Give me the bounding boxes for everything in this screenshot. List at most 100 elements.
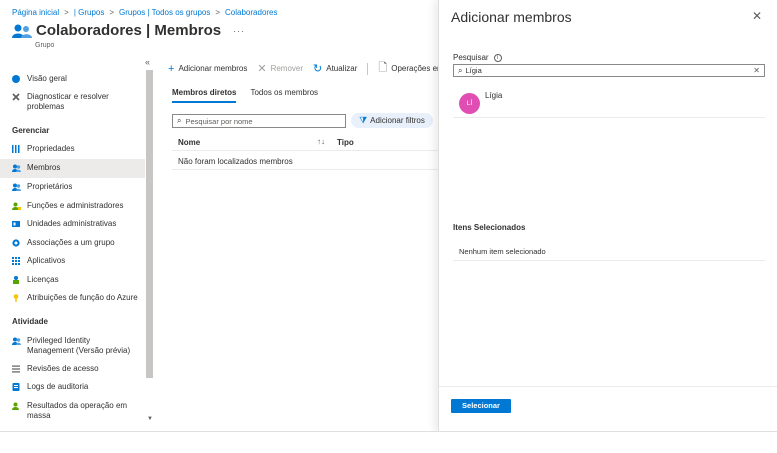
selected-empty-message: Nenhum item selecionado: [459, 247, 546, 256]
sidebar-item-label: Licenças: [27, 275, 59, 284]
group-membership-icon: [12, 239, 20, 247]
more-options-button[interactable]: ···: [233, 26, 245, 36]
sidebar-item-group-membership[interactable]: Associações a um grupo: [0, 238, 145, 248]
sidebar-item-label: Privileged Identity Management (Versão p…: [27, 336, 131, 355]
collapse-sidebar-button[interactable]: «: [145, 57, 150, 67]
page-title: Colaboradores | Membros: [36, 22, 222, 39]
roles-icon: [12, 202, 21, 210]
scroll-down-icon[interactable]: ▼: [147, 416, 153, 422]
sidebar-item-access-reviews[interactable]: Revisões de acesso: [0, 364, 145, 374]
column-name[interactable]: Nome: [178, 138, 200, 147]
sidebar-item-admin-units[interactable]: Unidades administrativas: [0, 219, 145, 229]
close-icon[interactable]: ✕: [752, 9, 762, 23]
select-button[interactable]: Selecionar: [451, 399, 511, 413]
bulk-operations-button[interactable]: 🗋 Operações em: [378, 59, 443, 78]
search-label: Pesquisar i: [453, 53, 502, 62]
refresh-label: Atualizar: [326, 64, 358, 73]
add-filters-button[interactable]: ⧩ Adicionar filtros: [351, 113, 433, 128]
sidebar-item-label: Proprietários: [27, 182, 73, 191]
search-input[interactable]: ⌕ Pesquisar por nome: [172, 114, 346, 128]
sidebar-item-members[interactable]: Membros: [0, 159, 145, 178]
info-icon[interactable]: i: [493, 53, 502, 62]
sidebar-item-owners[interactable]: Proprietários: [0, 182, 145, 192]
sidebar-item-label: Atribuições de função do Azure: [27, 293, 138, 302]
sidebar-item-bulk-results[interactable]: Resultados da operação em massa: [0, 401, 145, 421]
members-icon: [12, 164, 21, 172]
result-name: Lígia: [485, 91, 503, 100]
sidebar-item-label: Diagnosticar e resolver problemas: [27, 92, 109, 111]
column-type[interactable]: Tipo: [337, 138, 354, 147]
panel-title: Adicionar membros: [451, 9, 572, 25]
app-window: Página inicial > | Grupos > Grupos | Tod…: [0, 0, 777, 432]
sidebar-item-pim[interactable]: Privileged Identity Management (Versão p…: [0, 336, 145, 356]
remove-button[interactable]: ✕ Remover: [257, 62, 303, 75]
toolbar: + Adicionar membros ✕ Remover ↻ Atualiza…: [168, 59, 454, 78]
pim-icon: [12, 337, 21, 345]
table-row: Não foram localizados membros: [172, 152, 438, 170]
add-members-panel: Adicionar membros ✕ Pesquisar i ⌕ Lígia …: [438, 0, 777, 431]
sidebar-item-apps[interactable]: Aplicativos: [0, 256, 145, 266]
sidebar-item-label: Resultados da operação em massa: [27, 401, 128, 420]
sidebar-item-label: Associações a um grupo: [27, 238, 115, 247]
sidebar-item-label: Aplicativos: [27, 256, 66, 265]
toolbar-divider: [367, 62, 369, 75]
add-members-button[interactable]: + Adicionar membros: [168, 63, 247, 75]
table-header: Nome ↑↓ Tipo: [172, 135, 438, 151]
breadcrumb-separator: >: [64, 8, 69, 17]
tab-all-members[interactable]: Todos os membros: [250, 88, 318, 103]
breadcrumb-home[interactable]: Página inicial: [12, 8, 59, 17]
sidebar-item-label: Logs de auditoria: [27, 382, 89, 391]
sidebar-item-diagnose[interactable]: Diagnosticar e resolver problemas: [0, 92, 145, 112]
list-item[interactable]: LÍ Lígia: [453, 86, 765, 118]
breadcrumb-groups[interactable]: | Grupos: [74, 8, 105, 17]
search-value: Lígia: [465, 66, 482, 75]
empty-message: Não foram localizados membros: [178, 157, 293, 166]
sidebar-item-roles[interactable]: Funções e administradores: [0, 201, 145, 211]
sidebar-item-licenses[interactable]: Licenças: [0, 275, 145, 285]
properties-icon: [12, 145, 20, 153]
access-review-icon: [12, 365, 20, 373]
sidebar-item-label: Unidades administrativas: [27, 219, 117, 228]
group-icon: [12, 23, 32, 39]
sidebar-item-azure-roles[interactable]: Atribuições de função do Azure: [0, 293, 145, 303]
plus-icon: +: [168, 62, 175, 75]
selected-items-list: Nenhum item selecionado: [453, 242, 765, 261]
document-icon: 🗋: [378, 62, 388, 74]
sidebar-item-label: Propriedades: [27, 144, 75, 153]
key-icon: [12, 294, 20, 302]
search-placeholder: Pesquisar por nome: [185, 116, 253, 126]
admin-units-icon: [12, 220, 20, 228]
wrench-icon: [12, 93, 20, 101]
breadcrumb-separator: >: [109, 8, 115, 17]
refresh-button[interactable]: ↻ Atualizar: [313, 62, 357, 75]
member-search-input[interactable]: ⌕ Lígia ✕: [453, 64, 765, 77]
tab-direct-members[interactable]: Membros diretos: [172, 88, 237, 103]
add-members-label: Adicionar membros: [178, 64, 248, 73]
member-tabs: Membros diretos Todos os membros: [172, 88, 332, 103]
owners-icon: [12, 183, 21, 191]
licenses-icon: [12, 276, 20, 284]
sidebar-item-label: Funções e administradores: [27, 201, 124, 210]
add-filters-label: Adicionar filtros: [370, 116, 425, 125]
sidebar-item-audit-logs[interactable]: Logs de auditoria: [0, 382, 145, 392]
breadcrumb-current[interactable]: Colaboradores: [225, 8, 277, 17]
sidebar-item-properties[interactable]: Propriedades: [0, 144, 145, 154]
sort-icon[interactable]: ↑↓: [317, 137, 325, 146]
sidebar-item-label: Visão geral: [27, 74, 67, 83]
apps-icon: [12, 257, 20, 265]
search-icon: ⌕: [458, 65, 463, 75]
selected-items-title: Itens Selecionados: [453, 223, 526, 232]
search-icon: ⌕: [177, 116, 182, 125]
breadcrumb-all-groups[interactable]: Grupos | Todos os grupos: [119, 8, 210, 17]
filter-icon: ⧩: [359, 115, 368, 125]
clear-search-icon[interactable]: ✕: [753, 66, 760, 75]
bulk-ops-icon: [12, 402, 20, 410]
page-header: Colaboradores | Membros ···: [12, 22, 245, 39]
refresh-icon: ↻: [313, 63, 323, 75]
remove-label: Remover: [270, 64, 304, 73]
sidebar-scrollbar[interactable]: [146, 70, 153, 378]
bulk-operations-label: Operações em: [391, 64, 444, 73]
avatar: LÍ: [459, 93, 480, 114]
close-icon: ✕: [257, 63, 267, 75]
sidebar-item-overview[interactable]: Visão geral: [0, 74, 145, 84]
